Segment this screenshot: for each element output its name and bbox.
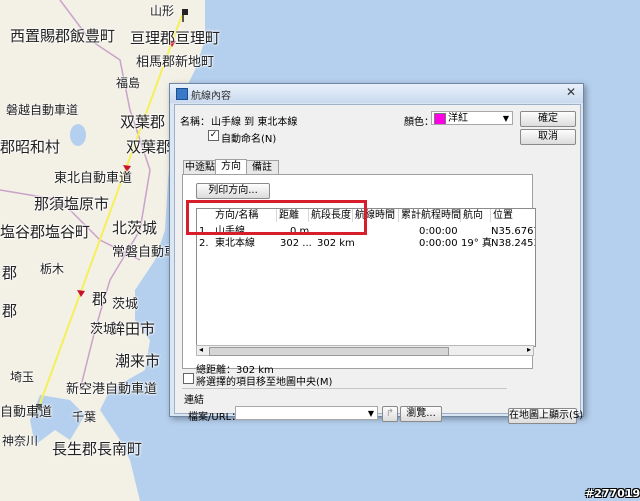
map-label: 亘理郡亘理町 xyxy=(130,29,221,47)
dialog-title: 航線內容 xyxy=(191,91,231,102)
map-label: 東北自動車道 xyxy=(54,171,133,186)
map-label: 千葉 xyxy=(72,410,97,424)
name-label: 名稱： xyxy=(180,117,210,128)
map-label: 茨城 xyxy=(112,297,139,312)
column-header[interactable]: 航向 xyxy=(461,209,491,222)
scrollbar-thumb[interactable] xyxy=(209,347,449,356)
row-position: N38.24537 xyxy=(491,238,535,249)
auto-name-label: 自動命名(N) xyxy=(221,134,277,145)
map-label: 栃木 xyxy=(40,262,65,276)
tab-directions[interactable]: 方向 xyxy=(215,159,247,174)
browse-button[interactable]: 瀏覽... xyxy=(400,406,442,422)
print-directions-button[interactable]: 列印方向... xyxy=(196,183,270,199)
column-header[interactable]: 位置 xyxy=(491,209,535,222)
auto-name-checkbox[interactable]: ✓ xyxy=(208,130,219,141)
map-label: 郡 xyxy=(92,290,108,308)
row-name: 東北本線 xyxy=(215,238,255,249)
map-label: 長生郡長南町 xyxy=(52,440,143,458)
name-field[interactable]: 山手線 到 東北本線 xyxy=(211,113,297,128)
tab-waypoints[interactable]: 中途點 xyxy=(183,160,217,174)
close-button[interactable]: ✕ xyxy=(563,85,579,99)
table-row[interactable]: 2. 東北本線 302 ... 302 km 0:00:00 19° 真 N38… xyxy=(197,238,535,250)
color-value: 洋紅 xyxy=(448,113,468,124)
chevron-down-icon: ▼ xyxy=(367,409,374,418)
map-label: 鉾田市 xyxy=(110,320,156,338)
color-swatch xyxy=(434,113,446,124)
map-label: 神奈川 xyxy=(2,434,39,448)
map-label: 山形 xyxy=(150,4,175,18)
map-label: 郡 xyxy=(2,302,18,320)
color-select[interactable]: 洋紅 ▼ xyxy=(431,111,513,125)
map-label: 茨城 xyxy=(90,322,117,337)
map-label: 自動車道 xyxy=(0,405,53,420)
row-cumulative-time: 0:00:00 xyxy=(419,238,458,249)
map-label: 新空港自動車道 xyxy=(66,382,158,397)
horizontal-scrollbar[interactable]: ◂ ▸ xyxy=(196,345,534,356)
app-icon xyxy=(176,88,188,100)
color-label: 顏色： xyxy=(404,117,434,128)
dialog-body: 名稱： 山手線 到 東北本線 ✓ 自動命名(N) 顏色： 洋紅 ▼ 確定 取消 … xyxy=(174,104,583,424)
map-label: 北茨城 xyxy=(112,219,158,237)
map-label: 塩谷郡塩谷町 xyxy=(0,223,91,241)
map-label: 相馬郡新地町 xyxy=(136,55,215,70)
map-label: 那須塩原市 xyxy=(34,195,110,213)
link-arrow-icon: ↱ xyxy=(385,408,395,419)
move-to-center-label: 將選擇的項目移至地圖中央(M) xyxy=(196,377,333,388)
row-number: 2. xyxy=(199,238,209,249)
row-leg-length: 302 km xyxy=(317,238,355,249)
tab-notes[interactable]: 備註 xyxy=(245,160,279,174)
ok-button[interactable]: 確定 xyxy=(520,111,576,127)
column-header[interactable]: 累計航程時間 xyxy=(399,209,461,222)
move-to-center-checkbox[interactable] xyxy=(183,373,194,384)
map-label: 郡昭和村 xyxy=(0,138,61,156)
show-on-map-button[interactable]: 在地圖上顯示(S) xyxy=(508,408,583,424)
map-label: 双葉郡 xyxy=(126,138,172,156)
file-url-label: 檔案/URL： xyxy=(188,412,242,423)
file-url-input[interactable]: ▼ xyxy=(235,406,378,420)
link-group-label: 連結 xyxy=(184,395,204,406)
map-label: 双葉郡 xyxy=(120,113,166,131)
lake xyxy=(70,124,86,146)
map-label: 埼玉 xyxy=(10,370,35,384)
map-label: 磐越自動車道 xyxy=(6,103,79,117)
scroll-right-icon[interactable]: ▸ xyxy=(527,345,531,354)
dialog-titlebar[interactable]: 航線內容 ✕ xyxy=(170,84,583,103)
cancel-button[interactable]: 取消 xyxy=(520,129,576,145)
row-heading: 19° 真 xyxy=(461,238,492,249)
map-label: 郡 xyxy=(2,264,18,282)
route-properties-dialog: 航線內容 ✕ 名稱： 山手線 到 東北本線 ✓ 自動命名(N) 顏色： 洋紅 ▼… xyxy=(169,83,584,424)
chevron-down-icon: ▼ xyxy=(502,114,509,123)
open-link-button[interactable]: ↱ xyxy=(382,406,398,422)
map-label: 西置賜郡飯豊町 xyxy=(10,27,116,45)
highlight-annotation xyxy=(186,200,367,235)
watermark: #277019 xyxy=(585,487,640,500)
row-position: N35.67676 xyxy=(491,226,535,237)
scroll-left-icon[interactable]: ◂ xyxy=(199,345,203,354)
row-distance: 302 ... xyxy=(280,238,312,249)
row-cumulative-time: 0:00:00 xyxy=(419,226,458,237)
map-label: 福島 xyxy=(116,76,141,90)
map-label: 潮来市 xyxy=(115,352,161,370)
